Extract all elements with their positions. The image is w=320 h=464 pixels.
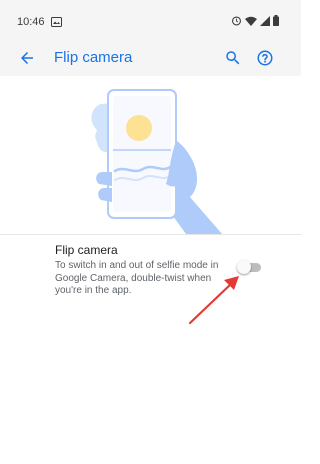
toggle-thumb xyxy=(237,260,251,274)
status-icons xyxy=(231,13,279,31)
flip-camera-setting[interactable]: Flip camera To switch in and out of self… xyxy=(55,243,240,298)
setting-description: To switch in and out of selfie mode in G… xyxy=(55,260,219,296)
help-icon[interactable] xyxy=(256,49,274,72)
battery-icon xyxy=(273,13,279,31)
signal-icon xyxy=(260,13,270,31)
notification-icon xyxy=(51,14,62,32)
back-arrow-icon[interactable] xyxy=(18,49,36,72)
alarm-icon xyxy=(231,13,242,31)
search-icon[interactable] xyxy=(224,49,242,72)
page-title: Flip camera xyxy=(54,49,133,66)
wifi-icon xyxy=(245,13,257,31)
status-bar: 10:46 xyxy=(0,0,301,40)
setting-title: Flip camera xyxy=(55,243,118,257)
flip-camera-illustration xyxy=(0,76,301,234)
status-time: 10:46 xyxy=(17,16,45,28)
app-bar: Flip camera xyxy=(0,40,301,76)
divider xyxy=(0,234,301,235)
flip-camera-toggle[interactable] xyxy=(237,258,263,276)
